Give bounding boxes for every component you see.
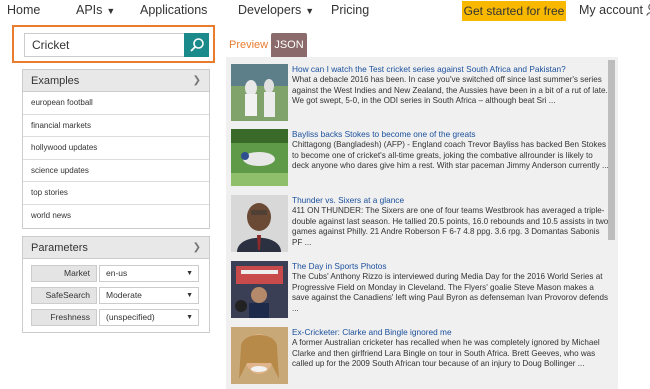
result-description: What a debacle 2016 has been. In case yo…	[292, 75, 608, 106]
parameters-title: Parameters	[31, 242, 88, 254]
search-box: Cricket	[12, 25, 215, 63]
example-item-top-stories[interactable]: top stories	[23, 182, 209, 205]
search-input[interactable]: Cricket	[24, 33, 184, 57]
results-list: How can I watch the Test cricket series …	[226, 57, 618, 389]
list-item: Thunder vs. Sixers at a glance 411 ON TH…	[231, 195, 609, 255]
chevron-down-icon: ▼	[106, 6, 116, 16]
result-title-link[interactable]: How can I watch the Test cricket series …	[292, 64, 566, 74]
get-started-button[interactable]: Get started for free	[462, 1, 566, 21]
result-description: A former Australian cricketer has recall…	[292, 338, 600, 369]
tab-json[interactable]: JSON	[271, 33, 307, 57]
result-thumbnail	[231, 195, 288, 252]
market-value: en-us	[106, 268, 128, 278]
chevron-down-icon: ▼	[305, 6, 315, 16]
chevron-down-icon: ▼	[186, 292, 193, 299]
search-button[interactable]	[184, 33, 209, 57]
examples-header[interactable]: Examples ❯	[23, 70, 209, 92]
parameters-panel: Parameters ❯ Market en-us ▼ SafeSearch Mo…	[22, 236, 210, 333]
result-title-link[interactable]: Bayliss backs Stokes to become one of th…	[292, 129, 476, 139]
param-label-freshness: Freshness	[31, 309, 97, 326]
nav-apis[interactable]: APIs ▼	[76, 3, 115, 17]
chevron-down-icon: ▼	[186, 270, 193, 277]
param-row-market: Market en-us ▼	[23, 262, 209, 284]
result-description: The Cubs' Anthony Rizzo is interviewed d…	[292, 272, 609, 313]
freshness-value: (unspecified)	[106, 312, 155, 322]
nav-developers[interactable]: Developers ▼	[238, 3, 314, 17]
chevron-down-icon: ❯	[192, 242, 201, 253]
nav-pricing[interactable]: Pricing	[331, 3, 369, 17]
result-title-link[interactable]: The Day in Sports Photos	[292, 261, 387, 271]
example-item-european-football[interactable]: european football	[23, 92, 209, 115]
result-thumbnail	[231, 64, 288, 121]
param-label-market: Market	[31, 265, 97, 282]
my-account-link[interactable]: My account	[579, 3, 650, 19]
example-item-financial-markets[interactable]: financial markets	[23, 115, 209, 138]
list-item: Ex-Cricketer: Clarke and Bingle ignored …	[231, 327, 609, 387]
my-account-label: My account	[579, 3, 643, 17]
nav-applications[interactable]: Applications	[140, 3, 207, 17]
example-item-world-news[interactable]: world news	[23, 205, 209, 228]
result-thumbnail	[231, 129, 288, 186]
nav-developers-label: Developers	[238, 3, 302, 17]
examples-panel: Examples ❯ european football financial m…	[22, 69, 210, 229]
param-label-safesearch: SafeSearch	[31, 287, 97, 304]
examples-title: Examples	[31, 75, 80, 87]
freshness-select[interactable]: (unspecified) ▼	[99, 309, 199, 326]
top-nav: Home APIs ▼ Applications Developers ▼ Pric…	[0, 0, 650, 24]
example-item-science-updates[interactable]: science updates	[23, 160, 209, 183]
param-row-freshness: Freshness (unspecified) ▼	[23, 306, 209, 328]
safesearch-select[interactable]: Moderate ▼	[99, 287, 199, 304]
result-title-link[interactable]: Thunder vs. Sixers at a glance	[292, 195, 404, 205]
param-row-safesearch: SafeSearch Moderate ▼	[23, 284, 209, 306]
result-thumbnail	[231, 327, 288, 384]
result-title-link[interactable]: Ex-Cricketer: Clarke and Bingle ignored …	[292, 327, 452, 337]
nav-home[interactable]: Home	[7, 3, 40, 17]
result-description: 411 ON THUNDER: The Sixers are one of fo…	[292, 206, 609, 247]
chevron-down-icon: ▼	[186, 314, 193, 321]
example-item-hollywood-updates[interactable]: hollywood updates	[23, 137, 209, 160]
results-scrollbar[interactable]	[608, 60, 615, 240]
result-description: Chittagong (Bangladesh) (AFP) - England …	[292, 140, 609, 171]
list-item: Bayliss backs Stokes to become one of th…	[231, 129, 609, 189]
result-thumbnail	[231, 261, 288, 318]
list-item: The Day in Sports Photos The Cubs' Antho…	[231, 261, 609, 321]
parameters-header[interactable]: Parameters ❯	[23, 237, 209, 259]
list-item: How can I watch the Test cricket series …	[231, 64, 609, 124]
chevron-down-icon: ❯	[192, 75, 201, 86]
nav-apis-label: APIs	[76, 3, 103, 17]
tab-preview[interactable]: Preview	[229, 33, 268, 57]
safesearch-value: Moderate	[106, 290, 142, 300]
person-icon	[646, 3, 650, 19]
market-select[interactable]: en-us ▼	[99, 265, 199, 282]
